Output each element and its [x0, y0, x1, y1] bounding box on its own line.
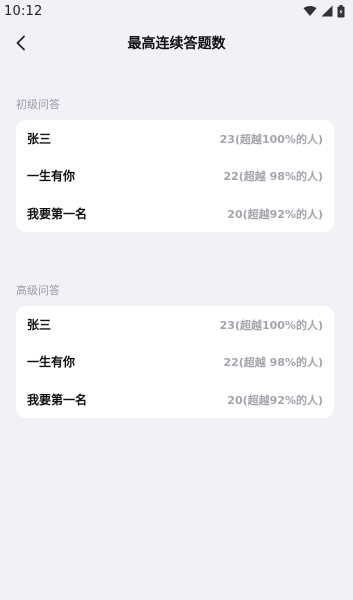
row-score: 22(超越 98%的人) [223, 355, 323, 369]
chevron-left-icon [16, 35, 25, 51]
list-item: 张三 23(超越100%的人) [16, 306, 334, 343]
signal-icon [321, 5, 333, 17]
leaderboard-card-advanced: 张三 23(超越100%的人) 一生有你 22(超越 98%的人) 我要第一名 … [16, 306, 334, 418]
status-bar: 10:12 [0, 0, 353, 22]
row-name: 一生有你 [27, 355, 76, 369]
list-item: 张三 23(超越100%的人) [16, 120, 334, 157]
page-title: 最高连续答题数 [127, 36, 226, 52]
leaderboard-card-basic: 张三 23(超越100%的人) 一生有你 22(超越 98%的人) 我要第一名 … [16, 120, 334, 232]
row-name: 一生有你 [27, 169, 76, 183]
list-item: 我要第一名 20(超越92%的人) [16, 381, 334, 418]
row-name: 张三 [27, 318, 52, 332]
row-score: 20(超越92%的人) [227, 393, 323, 407]
list-item: 一生有你 22(超越 98%的人) [16, 343, 334, 380]
list-item: 我要第一名 20(超越92%的人) [16, 195, 334, 232]
status-time: 10:12 [4, 3, 43, 19]
row-name: 我要第一名 [27, 207, 88, 221]
row-name: 我要第一名 [27, 393, 88, 407]
row-score: 23(超越100%的人) [219, 132, 323, 146]
row-score: 22(超越 98%的人) [223, 169, 323, 183]
row-score: 20(超越92%的人) [227, 207, 323, 221]
status-icons [303, 4, 345, 18]
wifi-icon [303, 5, 317, 16]
back-button[interactable] [6, 28, 36, 58]
row-name: 张三 [27, 132, 52, 146]
list-item: 一生有你 22(超越 98%的人) [16, 157, 334, 194]
row-score: 23(超越100%的人) [219, 318, 323, 332]
section-label-advanced: 高级问答 [16, 284, 60, 297]
battery-icon [337, 4, 345, 17]
nav-bar: 最高连续答题数 [0, 24, 353, 62]
section-label-basic: 初级问答 [16, 98, 60, 111]
